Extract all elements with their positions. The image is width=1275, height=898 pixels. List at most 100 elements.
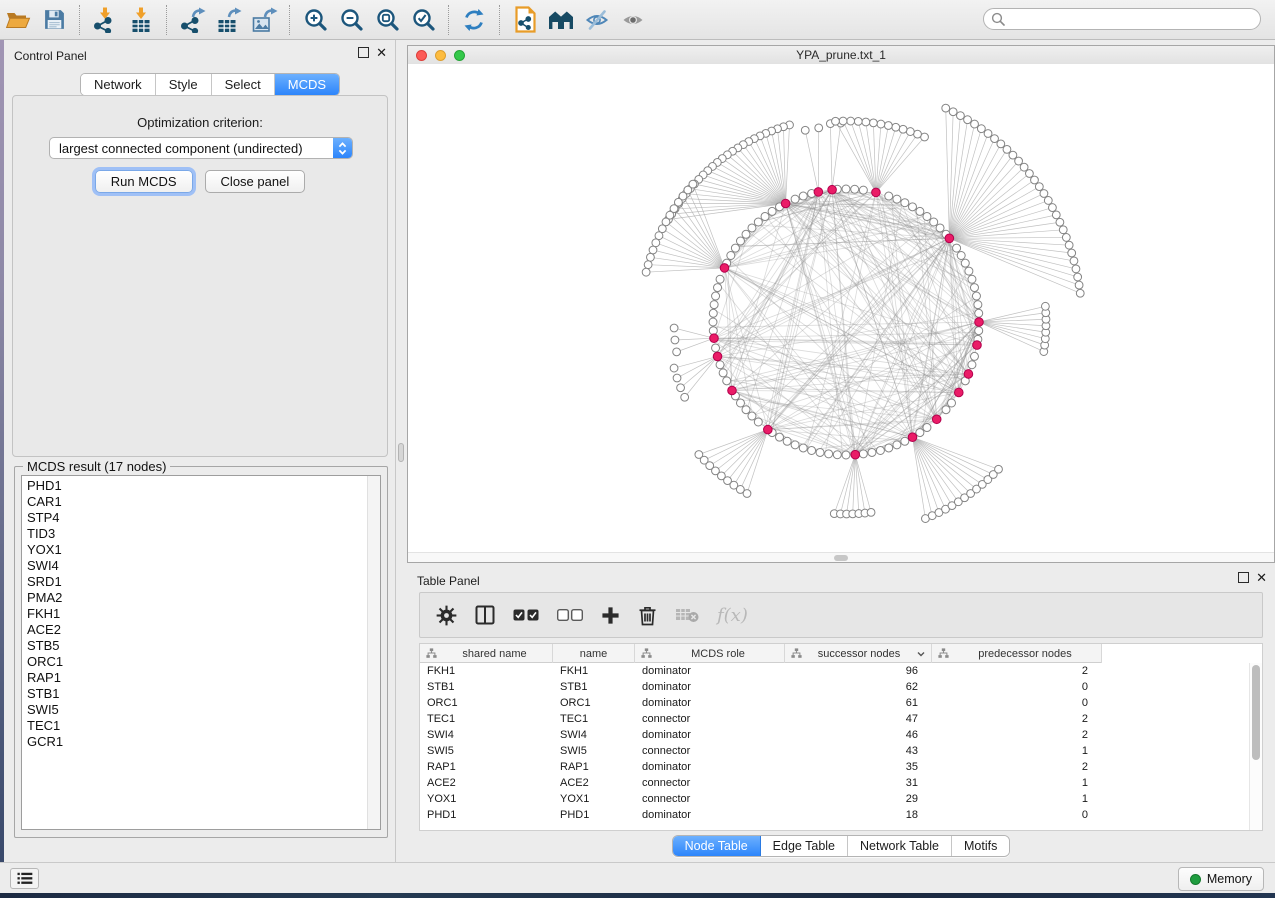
- cell-mcds-role[interactable]: connector: [635, 713, 785, 725]
- cell-name[interactable]: PHD1: [553, 809, 635, 821]
- table-row[interactable]: TEC1TEC1connector472: [420, 711, 1262, 727]
- table-mode-gear-icon[interactable]: [436, 605, 457, 626]
- cell-successor-nodes[interactable]: 62: [785, 681, 932, 693]
- mcds-result-item[interactable]: FKH1: [27, 606, 366, 622]
- memory-button[interactable]: Memory: [1178, 867, 1264, 891]
- select-all-icon[interactable]: [513, 609, 539, 621]
- network-window-titlebar[interactable]: YPA_prune.txt_1: [408, 46, 1274, 65]
- table-row[interactable]: RAP1RAP1dominator352: [420, 759, 1262, 775]
- network-canvas[interactable]: [408, 64, 1274, 552]
- minimize-window-icon[interactable]: [435, 50, 446, 61]
- cell-successor-nodes[interactable]: 31: [785, 777, 932, 789]
- delete-column-icon[interactable]: [638, 605, 657, 626]
- float-table-panel-icon[interactable]: [1238, 572, 1249, 583]
- mcds-result-item[interactable]: STB5: [27, 638, 366, 654]
- cell-shared-name[interactable]: ORC1: [420, 697, 553, 709]
- network-from-selection-icon[interactable]: [507, 3, 543, 37]
- table-row[interactable]: ACE2ACE2connector311: [420, 775, 1262, 791]
- cell-name[interactable]: SWI5: [553, 745, 635, 757]
- cell-successor-nodes[interactable]: 35: [785, 761, 932, 773]
- cell-name[interactable]: RAP1: [553, 761, 635, 773]
- cell-successor-nodes[interactable]: 46: [785, 729, 932, 741]
- cell-shared-name[interactable]: PHD1: [420, 809, 553, 821]
- mcds-result-item[interactable]: SWI4: [27, 558, 366, 574]
- cell-predecessor-nodes[interactable]: 0: [932, 809, 1102, 821]
- cell-name[interactable]: STB1: [553, 681, 635, 693]
- column-header-name[interactable]: name: [553, 644, 635, 663]
- mcds-result-item[interactable]: PHD1: [27, 478, 366, 494]
- panel-splitter-handle[interactable]: [398, 443, 404, 462]
- mcds-result-item[interactable]: SWI5: [27, 702, 366, 718]
- cell-predecessor-nodes[interactable]: 2: [932, 665, 1102, 677]
- cell-shared-name[interactable]: SWI4: [420, 729, 553, 741]
- maximize-window-icon[interactable]: [454, 50, 465, 61]
- close-panel-button[interactable]: Close panel: [205, 170, 306, 193]
- search-input[interactable]: [1009, 9, 1260, 29]
- mcds-list-scrollbar[interactable]: [367, 476, 380, 829]
- mcds-result-item[interactable]: RAP1: [27, 670, 366, 686]
- cell-predecessor-nodes[interactable]: 0: [932, 697, 1102, 709]
- cell-shared-name[interactable]: SWI5: [420, 745, 553, 757]
- mcds-result-item[interactable]: STB1: [27, 686, 366, 702]
- table-tab-network-table[interactable]: Network Table: [848, 836, 952, 856]
- tab-mcds[interactable]: MCDS: [275, 74, 339, 95]
- cell-mcds-role[interactable]: dominator: [635, 809, 785, 821]
- table-row[interactable]: STB1STB1dominator620: [420, 679, 1262, 695]
- mcds-result-item[interactable]: ORC1: [27, 654, 366, 670]
- cell-mcds-role[interactable]: connector: [635, 745, 785, 757]
- create-column-icon[interactable]: [601, 606, 620, 625]
- mcds-result-item[interactable]: CAR1: [27, 494, 366, 510]
- cell-successor-nodes[interactable]: 96: [785, 665, 932, 677]
- task-history-button[interactable]: [10, 868, 39, 889]
- cell-predecessor-nodes[interactable]: 2: [932, 713, 1102, 725]
- open-session-icon[interactable]: [0, 3, 36, 37]
- cell-mcds-role[interactable]: dominator: [635, 665, 785, 677]
- cell-predecessor-nodes[interactable]: 2: [932, 761, 1102, 773]
- cell-shared-name[interactable]: YOX1: [420, 793, 553, 805]
- column-header-shared-name[interactable]: shared name: [420, 644, 553, 663]
- export-image-icon[interactable]: [246, 3, 282, 37]
- tab-network[interactable]: Network: [81, 74, 156, 95]
- cell-predecessor-nodes[interactable]: 0: [932, 681, 1102, 693]
- table-row[interactable]: FKH1FKH1dominator962: [420, 663, 1262, 679]
- cell-shared-name[interactable]: TEC1: [420, 713, 553, 725]
- table-row[interactable]: SWI4SWI4dominator462: [420, 727, 1262, 743]
- cell-name[interactable]: FKH1: [553, 665, 635, 677]
- cell-successor-nodes[interactable]: 61: [785, 697, 932, 709]
- mcds-result-item[interactable]: TEC1: [27, 718, 366, 734]
- cell-shared-name[interactable]: FKH1: [420, 665, 553, 677]
- table-row[interactable]: ORC1ORC1dominator610: [420, 695, 1262, 711]
- cell-successor-nodes[interactable]: 29: [785, 793, 932, 805]
- zoom-selected-icon[interactable]: [405, 3, 441, 37]
- cell-shared-name[interactable]: ACE2: [420, 777, 553, 789]
- hide-selected-icon[interactable]: [579, 3, 615, 37]
- cell-predecessor-nodes[interactable]: 1: [932, 777, 1102, 789]
- float-panel-icon[interactable]: [358, 47, 369, 58]
- cell-mcds-role[interactable]: connector: [635, 793, 785, 805]
- import-network-icon[interactable]: [87, 3, 123, 37]
- cell-name[interactable]: YOX1: [553, 793, 635, 805]
- table-tab-edge-table[interactable]: Edge Table: [761, 836, 848, 856]
- cell-successor-nodes[interactable]: 47: [785, 713, 932, 725]
- mcds-result-item[interactable]: TID3: [27, 526, 366, 542]
- mcds-result-item[interactable]: ACE2: [27, 622, 366, 638]
- export-network-icon[interactable]: [174, 3, 210, 37]
- column-header-successor-nodes[interactable]: successor nodes: [785, 644, 932, 663]
- column-header-mcds-role[interactable]: MCDS role: [635, 644, 785, 663]
- cell-mcds-role[interactable]: dominator: [635, 729, 785, 741]
- export-table-icon[interactable]: [210, 3, 246, 37]
- criterion-select[interactable]: largest connected component (undirected): [49, 137, 353, 159]
- zoom-fit-icon[interactable]: [369, 3, 405, 37]
- table-tab-motifs[interactable]: Motifs: [952, 836, 1009, 856]
- cell-mcds-role[interactable]: connector: [635, 777, 785, 789]
- show-columns-icon[interactable]: [475, 605, 495, 625]
- zoom-in-icon[interactable]: [297, 3, 333, 37]
- mcds-result-item[interactable]: YOX1: [27, 542, 366, 558]
- first-neighbors-icon[interactable]: [543, 3, 579, 37]
- table-row[interactable]: SWI5SWI5connector431: [420, 743, 1262, 759]
- table-row[interactable]: YOX1YOX1connector291: [420, 791, 1262, 807]
- close-window-icon[interactable]: [416, 50, 427, 61]
- network-graph[interactable]: [408, 64, 1274, 552]
- cell-name[interactable]: ACE2: [553, 777, 635, 789]
- network-hscrollbar-thumb[interactable]: [834, 555, 848, 561]
